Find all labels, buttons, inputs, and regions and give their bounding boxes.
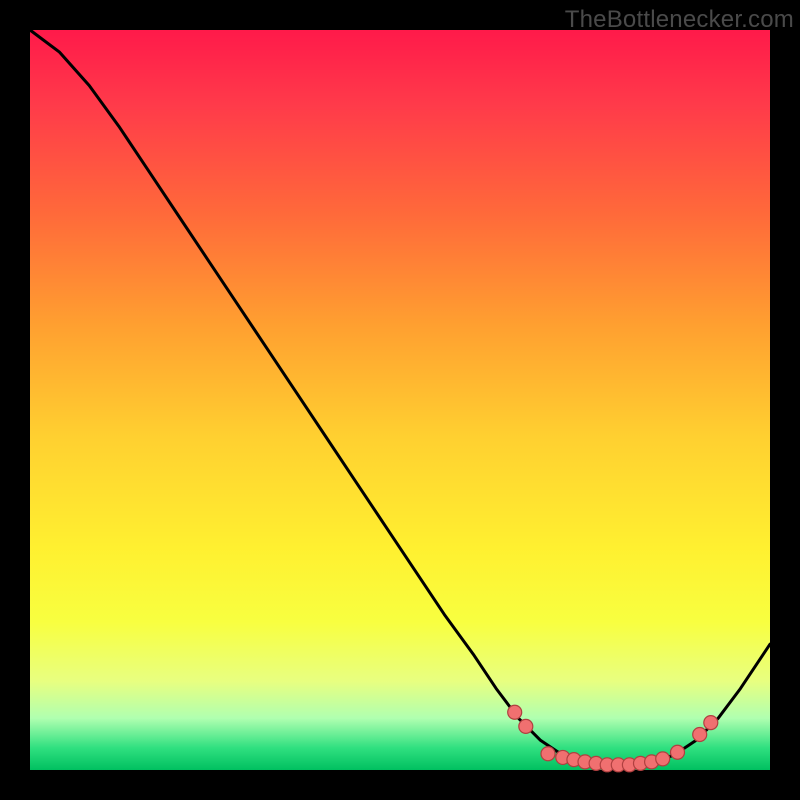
data-marker [656, 752, 670, 766]
curve-layer [30, 30, 770, 766]
data-marker [508, 705, 522, 719]
data-marker [671, 745, 685, 759]
bottleneck-curve [30, 30, 770, 766]
data-marker [519, 719, 533, 733]
chart-container: TheBottlenecker.com [0, 0, 800, 800]
plot-area [30, 30, 770, 770]
data-marker [693, 727, 707, 741]
data-marker [541, 747, 555, 761]
data-marker [704, 716, 718, 730]
attribution-text: TheBottlenecker.com [565, 6, 794, 34]
chart-svg [30, 30, 770, 770]
